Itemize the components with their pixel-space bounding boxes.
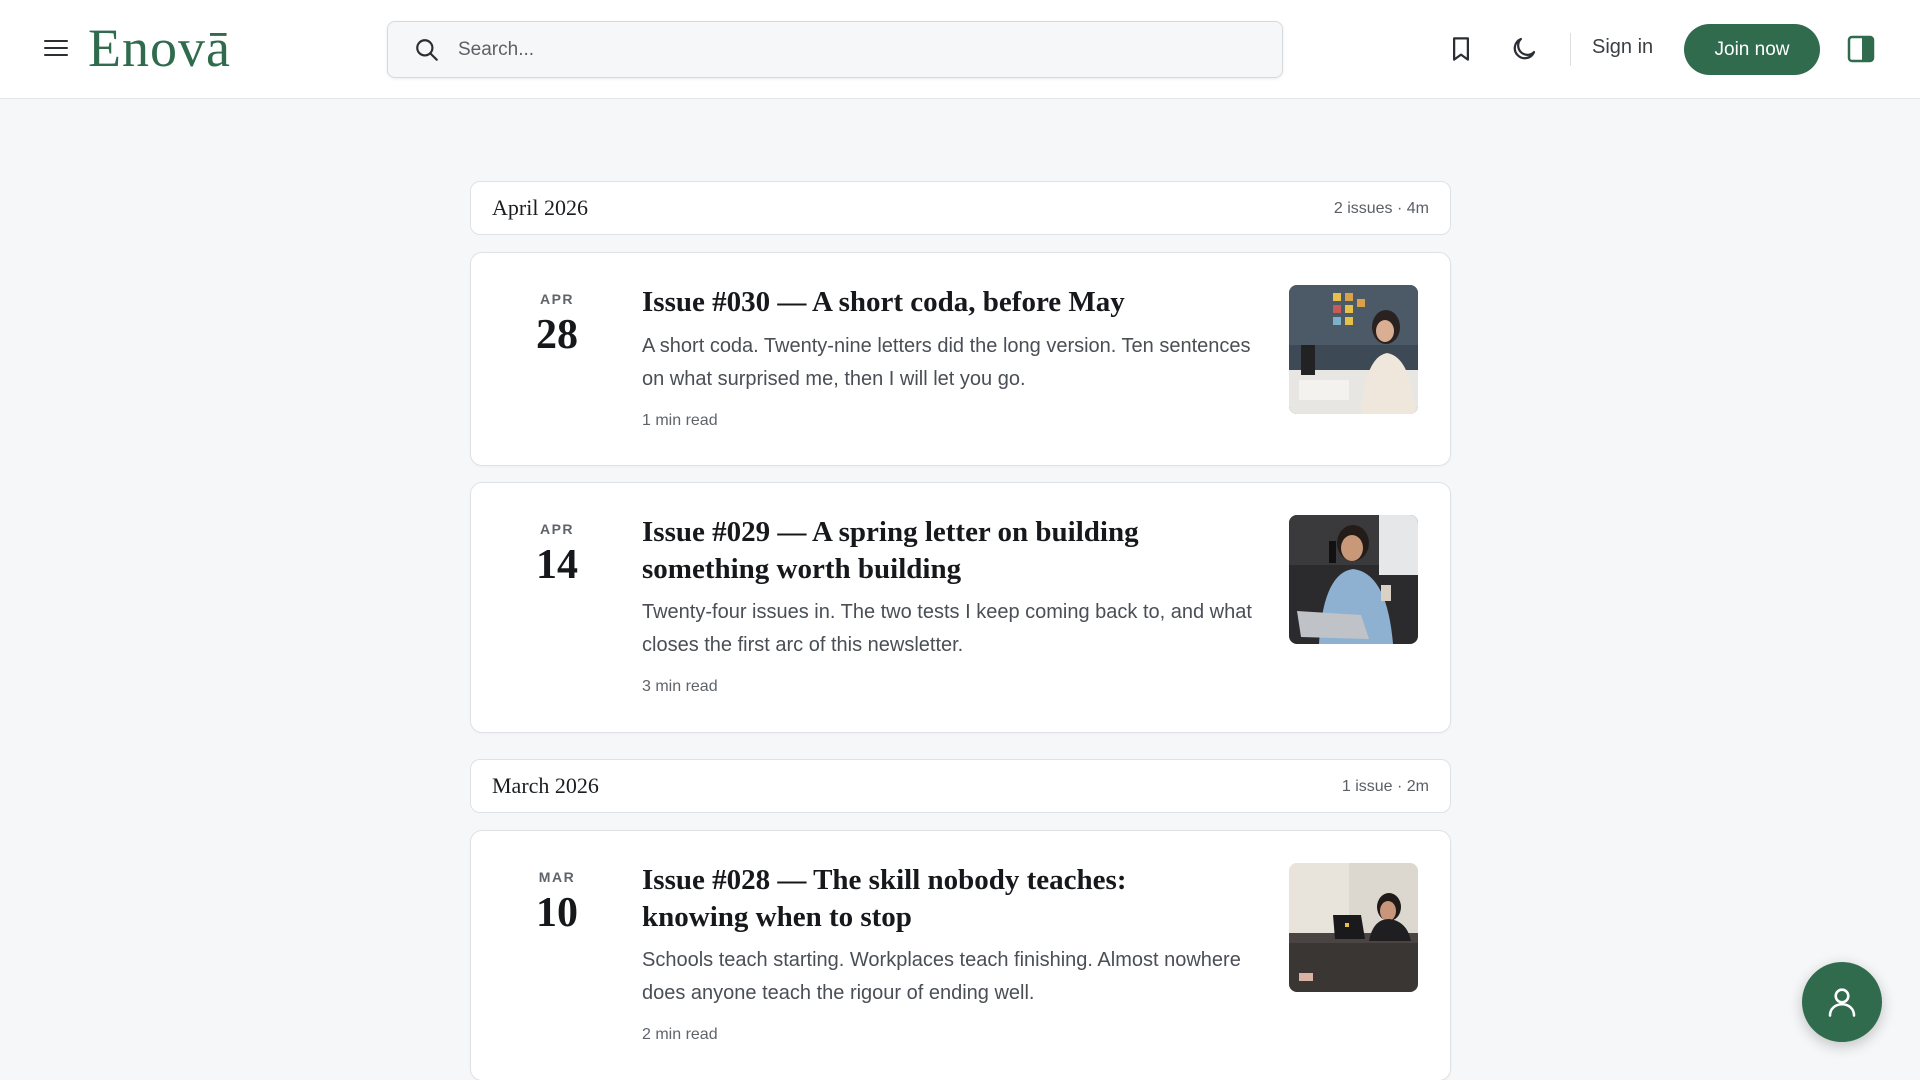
issue-read-time: 2 min read xyxy=(642,1026,718,1043)
account-fab-button[interactable] xyxy=(1802,962,1882,1042)
month-header-march-2026: March 2026 1 issue · 2m xyxy=(470,759,1451,813)
header-divider xyxy=(1570,33,1571,66)
month-name: March 2026 xyxy=(492,773,599,798)
brand-logo[interactable]: Enovā xyxy=(88,18,231,78)
search-bar[interactable] xyxy=(387,21,1283,78)
issue-read-time: 1 min read xyxy=(642,412,718,429)
search-icon xyxy=(416,39,438,61)
issue-thumbnail[interactable] xyxy=(1289,863,1418,992)
issue-card[interactable]: APR 28 Issue #030 — A short coda, before… xyxy=(470,252,1451,466)
issue-month: APR xyxy=(539,521,575,537)
moon-icon[interactable] xyxy=(1509,34,1539,64)
panel-toggle-icon[interactable] xyxy=(1847,35,1875,63)
month-header-april-2026: April 2026 2 issues · 4m xyxy=(470,181,1451,235)
issue-card[interactable]: APR 14 Issue #029 — A spring letter on b… xyxy=(470,482,1451,733)
issue-read-time: 3 min read xyxy=(642,678,718,695)
bookmark-icon[interactable] xyxy=(1446,34,1476,64)
woman-on-phone-with-laptop-photo xyxy=(1289,515,1418,644)
woman-working-at-desk-photo xyxy=(1289,285,1418,414)
menu-icon[interactable] xyxy=(44,36,68,62)
issue-month: APR xyxy=(539,291,575,307)
issue-title[interactable]: Issue #029 — A spring letter on building… xyxy=(642,514,1202,588)
month-meta: 2 issues · 4m xyxy=(1333,200,1429,217)
issue-description: Twenty-four issues in. The two tests I k… xyxy=(642,601,1252,656)
issue-description: A short coda. Twenty-nine letters did th… xyxy=(642,335,1251,390)
issue-description: Schools teach starting. Workplaces teach… xyxy=(642,949,1241,1004)
issue-title[interactable]: Issue #028 — The skill nobody teaches: k… xyxy=(642,862,1202,936)
month-meta: 1 issue · 2m xyxy=(1341,778,1429,795)
issue-title[interactable]: Issue #030 — A short coda, before May xyxy=(642,284,1262,321)
issue-thumbnail[interactable] xyxy=(1289,515,1418,644)
issue-month: MAR xyxy=(538,869,576,885)
user-icon xyxy=(1828,988,1856,1017)
woman-at-laptop-desk-photo xyxy=(1289,863,1418,992)
issue-card[interactable]: MAR 10 Issue #028 — The skill nobody tea… xyxy=(470,830,1451,1080)
issue-day: 14 xyxy=(536,542,578,588)
issue-thumbnail[interactable] xyxy=(1289,285,1418,414)
month-name: April 2026 xyxy=(492,195,588,220)
sign-in-link[interactable]: Sign in xyxy=(1592,36,1653,59)
issue-day: 10 xyxy=(536,890,578,936)
search-input[interactable] xyxy=(458,22,1258,77)
join-now-button[interactable]: Join now xyxy=(1684,24,1820,75)
issue-day: 28 xyxy=(536,312,578,358)
top-navigation-bar: Enovā Sign in Join now xyxy=(0,0,1920,99)
